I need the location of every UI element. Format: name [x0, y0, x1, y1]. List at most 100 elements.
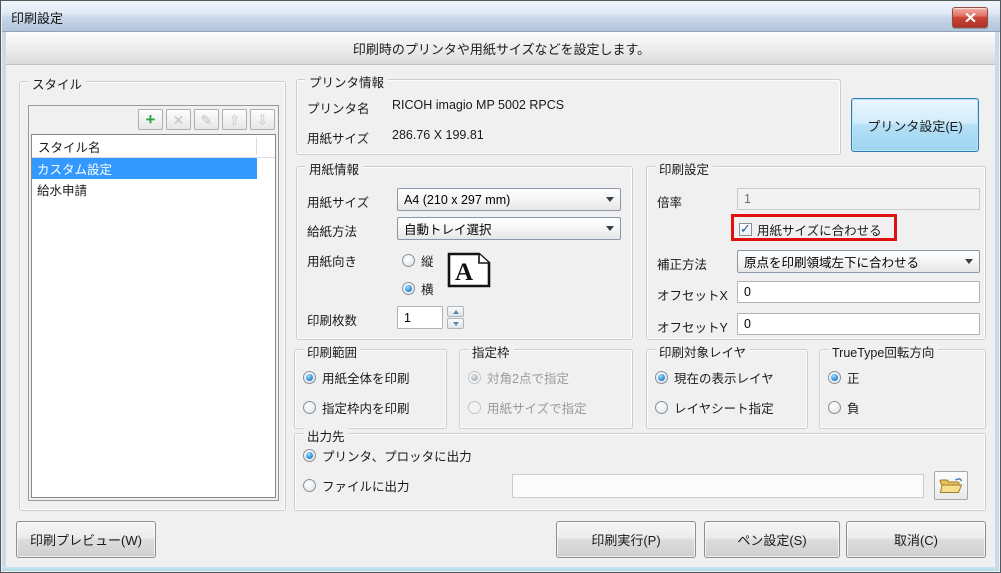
move-down-button[interactable]: ⇩ [250, 109, 275, 130]
stepper-up-button[interactable] [447, 306, 464, 317]
pencil-icon: ✎ [200, 111, 213, 128]
radio-by-paper-size: 用紙サイズで指定 [468, 398, 587, 417]
scale-label: 倍率 [657, 196, 683, 210]
offset-y-label: オフセットY [657, 321, 728, 335]
radio-portrait[interactable]: 縦 [402, 251, 434, 270]
radio-landscape[interactable]: 横 [402, 279, 434, 298]
paper-info-group: 用紙情報 用紙サイズ A4 (210 x 297 mm) 給紙方法 自動トレイ選… [296, 159, 633, 340]
window-frame-bottom [2, 567, 999, 571]
edit-style-button[interactable]: ✎ [194, 109, 219, 130]
add-style-button[interactable]: + [138, 109, 163, 130]
printer-name-label: プリンタ名 [307, 102, 370, 116]
delete-icon: ✕ [172, 111, 185, 128]
feed-method-selected: 自動トレイ選択 [404, 223, 492, 237]
radio-indicator [828, 371, 841, 384]
move-up-button[interactable]: ⇧ [222, 109, 247, 130]
dialog-description: 印刷時のプリンタや用紙サイズなどを設定します。 [352, 41, 651, 57]
printer-paper-size-label: 用紙サイズ [307, 132, 370, 146]
description-strip: 印刷時のプリンタや用紙サイズなどを設定します。 [6, 32, 997, 65]
printer-paper-size-value: 286.76 X 199.81 [392, 128, 484, 142]
printer-info-group: プリンタ情報 プリンタ名 RICOH imagio MP 5002 RPCS 用… [296, 72, 841, 155]
list-item[interactable]: カスタム設定 [32, 158, 257, 179]
paper-size-select[interactable]: A4 (210 x 297 mm) [397, 188, 621, 211]
radio-indicator [303, 479, 316, 492]
correction-method-selected: 原点を印刷領域左下に合わせる [744, 256, 920, 270]
feed-method-select[interactable]: 自動トレイ選択 [397, 217, 621, 240]
style-toolbar: + ✕ ✎ ⇧ ⇩ [29, 106, 278, 133]
orientation-preview-icon: A [447, 252, 491, 288]
paper-size-label: 用紙サイズ [307, 196, 370, 210]
browse-file-button[interactable] [934, 471, 968, 500]
delete-style-button[interactable]: ✕ [166, 109, 191, 130]
radio-current-display-layer[interactable]: 現在の表示レイヤ [655, 368, 774, 387]
triangle-up-icon [452, 309, 459, 314]
fit-to-paper-checkbox[interactable]: 用紙サイズに合わせる [739, 220, 882, 239]
radio-rotation-positive[interactable]: 正 [828, 368, 860, 387]
copies-label: 印刷枚数 [307, 314, 358, 328]
radio-print-inside-frame[interactable]: 指定枠内を印刷 [303, 398, 410, 417]
checkbox-checked-icon [739, 221, 752, 237]
stepper-down-button[interactable] [447, 318, 464, 329]
correction-method-select[interactable]: 原点を印刷領域左下に合わせる [737, 250, 980, 273]
feed-method-label: 給紙方法 [307, 225, 358, 239]
truetype-rotation-group: TrueType回転方向 正 負 [819, 342, 986, 429]
orientation-label: 用紙向き [307, 255, 358, 269]
radio-indicator [303, 371, 316, 384]
radio-indicator [402, 282, 415, 295]
printer-name-value: RICOH imagio MP 5002 RPCS [392, 98, 565, 112]
print-settings-dialog: 印刷設定 印刷時のプリンタや用紙サイズなどを設定します。 スタイル + ✕ ✎ … [0, 0, 1001, 573]
paper-info-group-label: 用紙情報 [305, 159, 364, 178]
specified-frame-group: 指定枠 対角2点で指定 用紙サイズで指定 [459, 342, 633, 429]
copies-stepper [447, 306, 464, 329]
radio-indicator [303, 449, 316, 462]
plus-icon: + [145, 110, 156, 129]
offset-x-input[interactable]: 0 [737, 281, 980, 303]
list-item[interactable]: 給水申請 [32, 179, 275, 200]
radio-indicator [828, 401, 841, 414]
radio-indicator [655, 401, 668, 414]
offset-y-input[interactable]: 0 [737, 313, 980, 335]
specified-frame-group-label: 指定枠 [468, 342, 514, 361]
cancel-button[interactable]: 取消(C) [846, 521, 986, 558]
correction-method-label: 補正方法 [657, 258, 708, 272]
radio-two-diagonal-points: 対角2点で指定 [468, 368, 569, 387]
output-destination-group: 出力先 プリンタ、プロッタに出力 ファイルに出力 [294, 426, 986, 511]
copies-input[interactable]: 1 [397, 306, 443, 329]
radio-indicator [468, 401, 481, 414]
radio-print-whole-paper[interactable]: 用紙全体を印刷 [303, 368, 410, 387]
chevron-down-icon [606, 197, 614, 202]
print-execute-button[interactable]: 印刷実行(P) [556, 521, 696, 558]
target-layer-group-label: 印刷対象レイヤ [655, 342, 751, 361]
style-list-header: スタイル名 [32, 135, 275, 158]
printer-info-group-label: プリンタ情報 [305, 72, 389, 91]
paper-size-selected: A4 (210 x 297 mm) [404, 192, 511, 207]
offset-x-label: オフセットX [657, 289, 728, 303]
style-group: スタイル + ✕ ✎ ⇧ ⇩ スタイル名 カスタム設定 給水申請 [19, 74, 286, 511]
scale-input: 1 [737, 188, 980, 210]
file-path-input [512, 474, 924, 498]
radio-rotation-negative[interactable]: 負 [828, 398, 860, 417]
arrow-up-icon: ⇧ [228, 111, 241, 128]
printer-settings-button[interactable]: プリンタ設定(E) [851, 98, 979, 152]
radio-indicator [402, 254, 415, 267]
radio-layer-sheet[interactable]: レイヤシート指定 [655, 398, 774, 417]
radio-indicator [303, 401, 316, 414]
print-range-group: 印刷範囲 用紙全体を印刷 指定枠内を印刷 [294, 342, 447, 429]
window-title: 印刷設定 [11, 11, 64, 26]
chevron-down-icon [965, 259, 973, 264]
close-button[interactable] [952, 7, 988, 28]
print-preview-button[interactable]: 印刷プレビュー(W) [16, 521, 156, 558]
print-settings-group-label: 印刷設定 [655, 159, 714, 178]
style-list-panel: + ✕ ✎ ⇧ ⇩ スタイル名 カスタム設定 給水申請 [28, 105, 279, 501]
style-list: スタイル名 カスタム設定 給水申請 [31, 134, 276, 498]
radio-output-to-printer[interactable]: プリンタ、プロッタに出力 [303, 446, 472, 465]
print-range-group-label: 印刷範囲 [303, 342, 362, 361]
pen-settings-button[interactable]: ペン設定(S) [704, 521, 840, 558]
open-folder-icon [939, 478, 963, 493]
output-destination-group-label: 出力先 [303, 426, 349, 445]
radio-indicator [655, 371, 668, 384]
print-settings-group: 印刷設定 倍率 1 用紙サイズに合わせる 補正方法 原点を印刷領域左下に合わせる… [646, 159, 986, 340]
triangle-down-icon [452, 321, 459, 326]
radio-output-to-file[interactable]: ファイルに出力 [303, 476, 410, 495]
style-group-label: スタイル [28, 74, 87, 93]
